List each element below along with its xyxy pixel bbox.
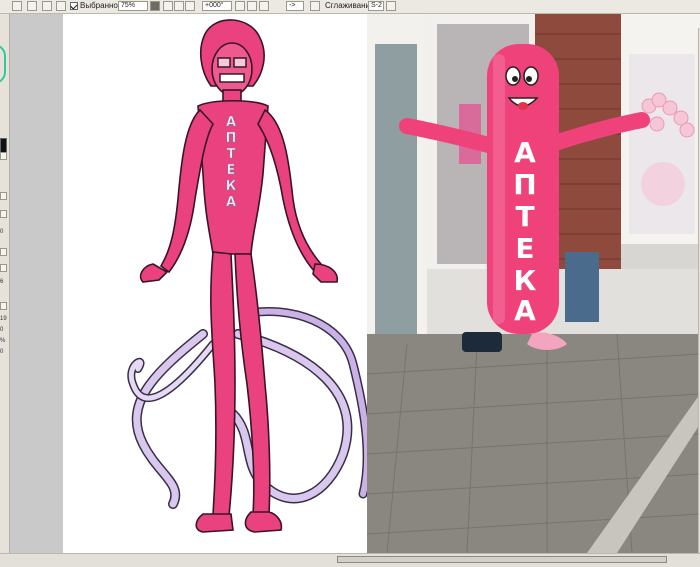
tube-letter: А [514, 136, 536, 169]
tube-letter: А [514, 294, 536, 327]
dock-value: 0 [0, 229, 4, 235]
dock-button[interactable] [0, 302, 7, 310]
rotate-left-icon[interactable] [235, 1, 245, 11]
rotate-reset-icon[interactable] [259, 1, 269, 11]
clear-icon[interactable] [42, 1, 52, 11]
transform-icon[interactable] [56, 1, 66, 11]
favorites-checkbox[interactable] [70, 2, 78, 10]
zoom-in-icon[interactable] [174, 1, 184, 11]
horizontal-scrollbar[interactable] [0, 553, 700, 567]
dock-value: 0 [0, 349, 4, 355]
left-dock: 0 6 19 0 % 0 [0, 14, 10, 566]
brush-ring-icon[interactable] [0, 44, 6, 84]
favorites-label: Выбранное [80, 1, 123, 10]
dock-value: 6 [0, 279, 4, 285]
body-letter: К [226, 179, 237, 194]
rotate-right-icon[interactable] [247, 1, 257, 11]
body-letter: А [226, 195, 236, 210]
body-letter: П [226, 131, 237, 146]
dock-value: % [0, 338, 6, 344]
dock-button[interactable] [0, 264, 7, 272]
color-swatch[interactable] [0, 138, 7, 153]
photo-scene: А П Т Е К А [367, 14, 700, 553]
body-letter: Т [227, 147, 236, 162]
top-toolbar: Выбранное 75% +000° -> Сглаживание S-2 [0, 0, 700, 14]
smoothing-field[interactable]: S-2 [368, 1, 384, 11]
reference-photo: А П Т Е К А [367, 14, 700, 553]
dock-button[interactable] [0, 192, 7, 200]
character-drawing: А П Т Е К А [127, 19, 372, 533]
tube-letter: К [514, 264, 537, 297]
smoothing-label: Сглаживание [325, 1, 375, 10]
dock-value: 19 [0, 316, 7, 322]
body-letter: А [226, 115, 236, 130]
dock-button[interactable] [0, 152, 7, 160]
zoom-menu-icon[interactable] [150, 1, 160, 11]
flip-icon[interactable] [310, 1, 320, 11]
tube-letter: Т [515, 200, 534, 233]
redo-icon[interactable] [27, 1, 37, 11]
rotation-field[interactable]: +000° [202, 1, 232, 11]
body-letter: Е [227, 163, 236, 178]
zoom-field[interactable]: 75% [118, 1, 148, 11]
dock-value: 0 [0, 327, 4, 333]
smoothing-menu-icon[interactable] [386, 1, 396, 11]
canvas-area[interactable]: А П Т Е К А А П Т Е К А [10, 14, 700, 553]
tube-letter: П [513, 168, 536, 201]
dock-button[interactable] [0, 248, 7, 256]
drawing-canvas[interactable]: А П Т Е К А [63, 14, 372, 553]
dock-button[interactable] [0, 210, 7, 218]
flip-field[interactable]: -> [286, 1, 304, 11]
undo-icon[interactable] [12, 1, 22, 11]
tube-letter: Е [515, 232, 534, 265]
scroll-thumb[interactable] [337, 556, 667, 563]
zoom-out-icon[interactable] [163, 1, 173, 11]
zoom-reset-icon[interactable] [185, 1, 195, 11]
